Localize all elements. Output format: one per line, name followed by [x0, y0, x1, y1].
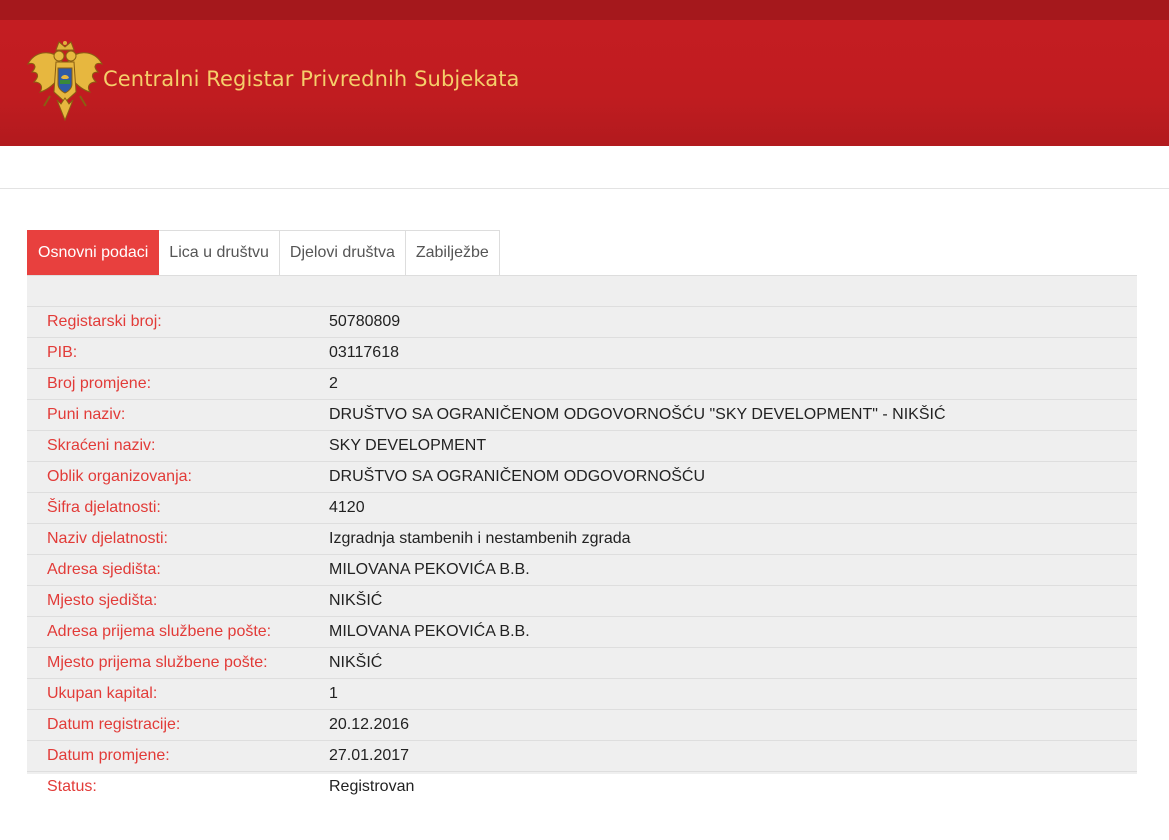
detail-row: Datum registracije: 20.12.2016	[27, 709, 1137, 740]
tab-djelovi-drustva[interactable]: Djelovi društva	[279, 230, 406, 275]
montenegro-coat-of-arms-icon[interactable]	[26, 40, 104, 124]
detail-value: 1	[329, 685, 338, 702]
detail-row: Datum promjene: 27.01.2017	[27, 740, 1137, 771]
detail-value: NIKŠIĆ	[329, 592, 383, 609]
detail-value: DRUŠTVO SA OGRANIČENOM ODGOVORNOŠĆU "SKY…	[329, 406, 946, 423]
detail-row: Mjesto sjedišta: NIKŠIĆ	[27, 585, 1137, 616]
detail-row: Šifra djelatnosti: 4120	[27, 492, 1137, 523]
top-strip	[0, 0, 1169, 20]
detail-label: Puni naziv:	[47, 406, 126, 423]
detail-label: PIB:	[47, 344, 78, 361]
detail-row: Adresa sjedišta: MILOVANA PEKOVIĆA B.B.	[27, 554, 1137, 585]
detail-value: 03117618	[329, 344, 399, 361]
detail-row: PIB: 03117618	[27, 337, 1137, 368]
detail-row: Mjesto prijema službene pošte: NIKŠIĆ	[27, 647, 1137, 678]
detail-label: Skraćeni naziv:	[47, 437, 156, 454]
detail-label: Adresa sjedišta:	[47, 561, 161, 578]
detail-value: MILOVANA PEKOVIĆA B.B.	[329, 561, 530, 578]
detail-row: Adresa prijema službene pošte: MILOVANA …	[27, 616, 1137, 647]
sub-navbar	[0, 146, 1169, 189]
detail-label: Broj promjene:	[47, 375, 152, 392]
detail-row: Registarski broj: 50780809	[27, 306, 1137, 337]
tab-zabiljezbe[interactable]: Zabilježbe	[405, 230, 500, 275]
detail-row: Oblik organizovanja: DRUŠTVO SA OGRANIČE…	[27, 461, 1137, 492]
details-panel: Registarski broj: 50780809 PIB: 03117618…	[27, 276, 1137, 795]
detail-value: 50780809	[329, 313, 401, 330]
site-title: Centralni Registar Privrednih Subjekata	[103, 67, 520, 91]
detail-value: 20.12.2016	[329, 716, 410, 733]
detail-label: Registarski broj:	[47, 313, 162, 330]
detail-row: Naziv djelatnosti: Izgradnja stambenih i…	[27, 523, 1137, 554]
detail-label: Status:	[47, 778, 97, 795]
detail-label: Datum registracije:	[47, 716, 181, 733]
detail-label: Datum promjene:	[47, 747, 170, 764]
detail-label: Mjesto prijema službene pošte:	[47, 654, 268, 671]
detail-row: Ukupan kapital: 1	[27, 678, 1137, 709]
detail-label: Mjesto sjedišta:	[47, 592, 158, 609]
detail-label: Naziv djelatnosti:	[47, 530, 168, 547]
detail-value: Registrovan	[329, 778, 415, 795]
company-details: Osnovni podaci Lica u društvu Djelovi dr…	[27, 230, 1137, 795]
detail-value: MILOVANA PEKOVIĆA B.B.	[329, 623, 530, 640]
detail-value: SKY DEVELOPMENT	[329, 437, 487, 454]
tab-osnovni-podaci[interactable]: Osnovni podaci	[27, 230, 160, 275]
detail-value: NIKŠIĆ	[329, 654, 383, 671]
tab-bar: Osnovni podaci Lica u društvu Djelovi dr…	[27, 230, 1137, 276]
detail-value: DRUŠTVO SA OGRANIČENOM ODGOVORNOŠĆU	[329, 468, 706, 485]
detail-label: Oblik organizovanja:	[47, 468, 192, 485]
detail-value: 4120	[329, 499, 365, 516]
detail-label: Adresa prijema službene pošte:	[47, 623, 272, 640]
detail-value: 2	[329, 375, 338, 392]
site-header: Centralni Registar Privrednih Subjekata	[0, 20, 1169, 146]
detail-value: Izgradnja stambenih i nestambenih zgrada	[329, 530, 631, 547]
tab-lica-u-drustvu[interactable]: Lica u društvu	[159, 230, 280, 275]
detail-row: Broj promjene: 2	[27, 368, 1137, 399]
detail-row: Puni naziv: DRUŠTVO SA OGRANIČENOM ODGOV…	[27, 399, 1137, 430]
detail-row: Status: Registrovan	[27, 771, 1137, 802]
detail-label: Šifra djelatnosti:	[47, 499, 161, 516]
detail-label: Ukupan kapital:	[47, 685, 158, 702]
detail-row: Skraćeni naziv: SKY DEVELOPMENT	[27, 430, 1137, 461]
detail-value: 27.01.2017	[329, 747, 410, 764]
